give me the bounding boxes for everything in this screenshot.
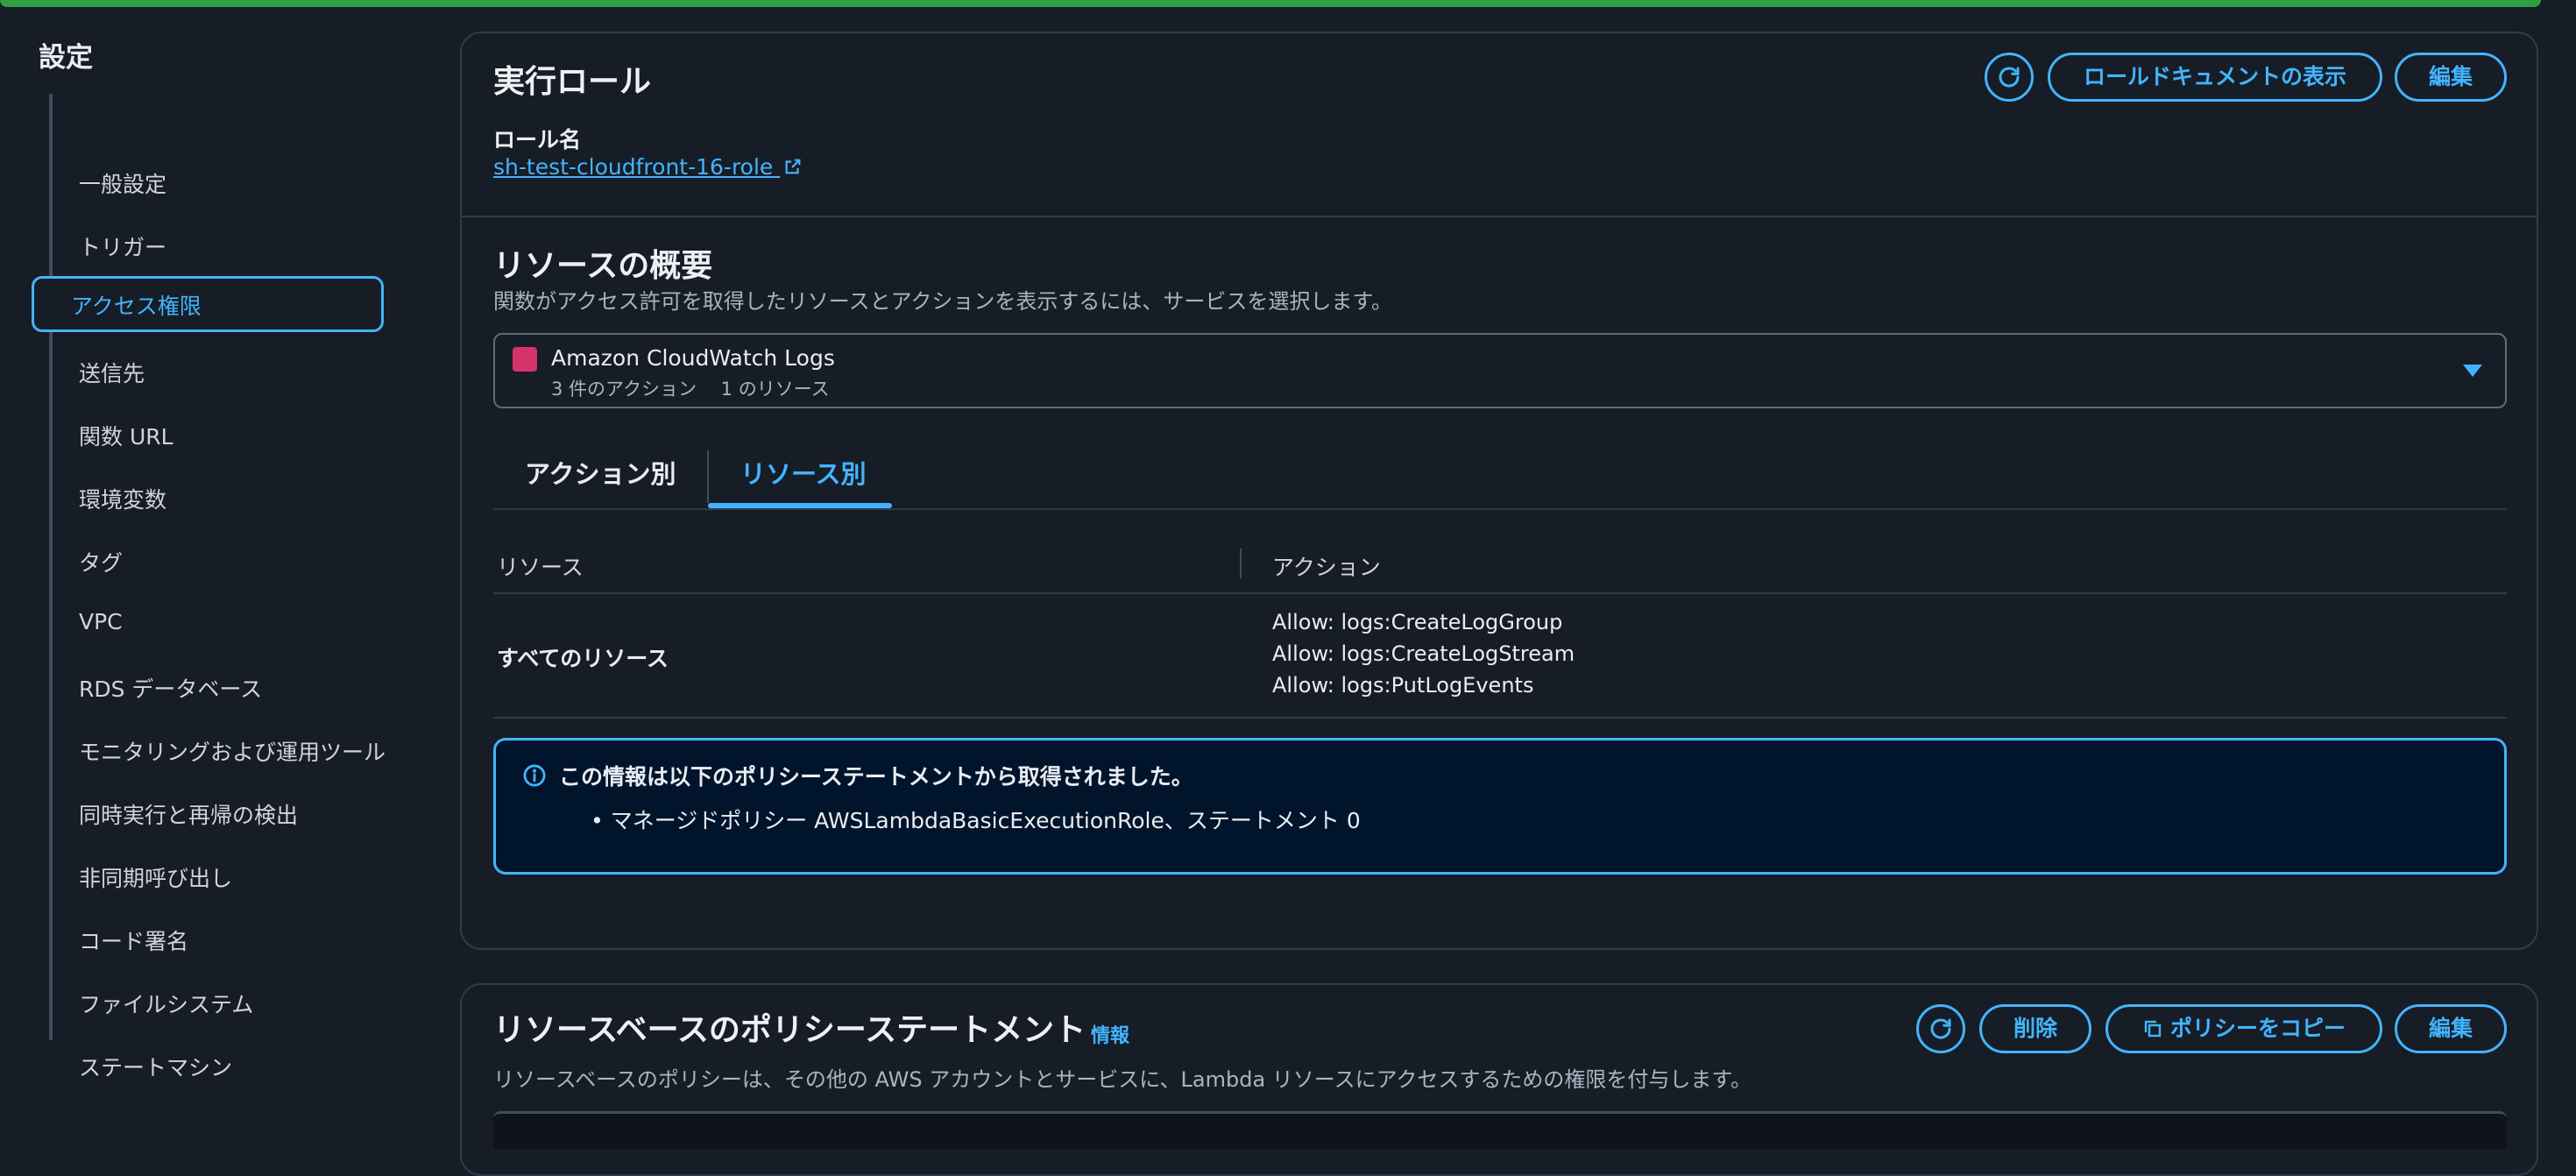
caret-down-icon [2463, 365, 2482, 377]
role-name-label: ロール名 [493, 127, 582, 152]
view-role-document-button[interactable]: ロールドキュメントの表示 [2048, 53, 2382, 102]
resource-summary-title: リソースの概要 [493, 248, 713, 284]
sidebar-item-state-machine[interactable]: ステートマシン [79, 1051, 232, 1082]
sidebar-item-vpc[interactable]: VPC [79, 609, 123, 634]
tab-by-action[interactable]: アクション別 [525, 454, 676, 491]
role-name-link[interactable]: sh-test-cloudfront-16-role [493, 154, 803, 180]
sidebar-item-file-system[interactable]: ファイルシステム [79, 988, 253, 1019]
info-link[interactable]: 情報 [1091, 1020, 1129, 1048]
service-name: Amazon CloudWatch Logs [551, 345, 835, 371]
sidebar-title: 設定 [39, 42, 93, 74]
external-link-icon [785, 159, 801, 174]
header-row-line [493, 592, 2507, 594]
copy-policy-button[interactable]: ポリシーをコピー [2105, 1004, 2382, 1053]
role-name-text: sh-test-cloudfront-16-role [493, 154, 774, 180]
column-header-resource: リソース [497, 555, 584, 580]
column-header-action: アクション [1272, 555, 1381, 580]
alert-title: この情報は以下のポリシーステートメントから取得されました。 [559, 764, 1193, 790]
sidebar-item-function-url[interactable]: 関数 URL [79, 420, 173, 451]
active-tab-indicator [708, 503, 892, 508]
execution-role-panel: 実行ロール ロールドキュメントの表示 編集 ロール名 sh-test-cloud… [460, 32, 2538, 950]
edit-role-button[interactable]: 編集 [2395, 53, 2507, 102]
sidebar-item-async[interactable]: 非同期呼び出し [79, 861, 232, 893]
delete-button[interactable]: 削除 [1979, 1004, 2091, 1053]
info-icon [523, 764, 546, 787]
sidebar-item-triggers[interactable]: トリガー [79, 230, 166, 262]
refresh-icon [1999, 67, 2020, 88]
copy-policy-label: ポリシーをコピー [2169, 1016, 2346, 1041]
sidebar-item-monitoring[interactable]: モニタリングおよび運用ツール [79, 735, 386, 767]
refresh-button[interactable] [1985, 53, 2034, 102]
sidebar-item-general[interactable]: 一般設定 [79, 167, 166, 199]
sidebar-item-code-signing[interactable]: コード署名 [79, 925, 188, 956]
table-cell-resource: すべてのリソース [497, 646, 669, 671]
alert-bullet: • マネージドポリシー AWSLambdaBasicExecutionRole、… [591, 808, 1361, 833]
sidebar-item-env-vars[interactable]: 環境変数 [79, 483, 166, 514]
resource-policy-panel: リソースベースのポリシーステートメント 情報 削除 ポリシーをコピー 編集 リソ… [460, 983, 2538, 1176]
tab-separator [707, 450, 709, 503]
copy-icon [2144, 1020, 2162, 1038]
service-select[interactable]: Amazon CloudWatch Logs 3 件のアクション 1 のリソース [493, 333, 2507, 408]
service-meta: 3 件のアクション 1 のリソース [551, 379, 830, 400]
sidebar-item-rds[interactable]: RDS データベース [79, 672, 262, 704]
column-separator [1240, 549, 1242, 578]
resource-policy-description: リソースベースのポリシーは、その他の AWS アカウントとサービスに、Lambd… [493, 1067, 1752, 1092]
table-cell-action: Allow: logs:PutLogEvents [1272, 673, 1534, 698]
resource-summary-description: 関数がアクセス許可を取得したリソースとアクションを表示するには、サービスを選択し… [493, 289, 1392, 314]
cloudwatch-logs-icon [513, 347, 537, 372]
settings-sidebar: 設定 一般設定 トリガー アクセス権限 送信先 関数 URL 環境変数 タグ V… [32, 35, 450, 1080]
tab-by-resource[interactable]: リソース別 [740, 454, 867, 491]
status-bar [0, 0, 2541, 7]
tab-bar-line [493, 508, 2507, 510]
refresh-button[interactable] [1916, 1004, 1965, 1053]
sidebar-item-tags[interactable]: タグ [79, 546, 123, 577]
alert-bullet-text: マネージドポリシー AWSLambdaBasicExecutionRole、ステ… [610, 808, 1361, 833]
table-row-line [493, 717, 2507, 719]
table-cell-action: Allow: logs:CreateLogStream [1272, 641, 1575, 666]
table-cell-action: Allow: logs:CreateLogGroup [1272, 610, 1563, 634]
section-divider [462, 216, 2537, 217]
execution-role-title: 実行ロール [493, 64, 652, 100]
sidebar-item-destinations[interactable]: 送信先 [79, 357, 145, 388]
resource-policy-title: リソースベースのポリシーステートメント [493, 1012, 1086, 1048]
refresh-icon [1930, 1018, 1951, 1039]
sidebar-item-permissions[interactable]: アクセス権限 [32, 276, 384, 332]
edit-policy-button[interactable]: 編集 [2395, 1004, 2507, 1053]
policy-code-editor[interactable] [493, 1111, 2507, 1149]
sidebar-list: 一般設定 トリガー アクセス権限 送信先 関数 URL 環境変数 タグ VPC … [32, 94, 450, 1080]
info-alert: この情報は以下のポリシーステートメントから取得されました。 • マネージドポリシ… [493, 738, 2507, 875]
sidebar-item-concurrency[interactable]: 同時実行と再帰の検出 [79, 798, 298, 830]
